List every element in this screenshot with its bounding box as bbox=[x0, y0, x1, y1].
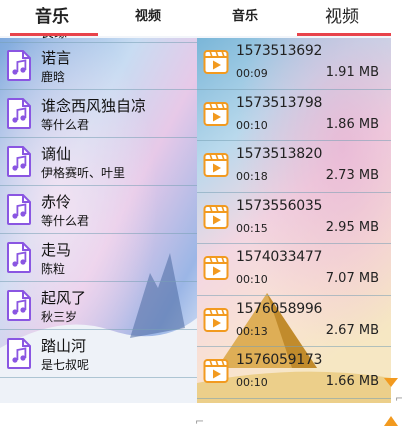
handle-icon[interactable] bbox=[383, 413, 399, 429]
video-name: 1573513820 bbox=[236, 146, 323, 162]
list-item[interactable]: 起风了 秋三岁 bbox=[0, 282, 197, 330]
video-size: 1.66 MB bbox=[325, 374, 379, 389]
tab-music[interactable]: 音乐 bbox=[215, 0, 275, 34]
song-artist: 等什么君 bbox=[41, 214, 90, 228]
list-item[interactable]: 谁念西风独自凉等什么君 bbox=[0, 90, 197, 138]
tab-active-underline bbox=[10, 33, 98, 36]
video-file-icon bbox=[203, 307, 229, 332]
music-file-icon bbox=[7, 290, 31, 321]
video-size: 2.67 MB bbox=[325, 322, 379, 338]
music-file-icon bbox=[7, 338, 31, 369]
video-duration: 00:10 bbox=[236, 273, 268, 286]
list-item[interactable]: 踏山河 是七叔呢 bbox=[0, 330, 197, 378]
video-duration: 00:13 bbox=[236, 324, 268, 338]
list-item[interactable]: 走马 陈粒 bbox=[0, 234, 197, 282]
song-title: 走马 bbox=[41, 241, 72, 259]
music-file-icon bbox=[7, 50, 31, 81]
video-name: 1573556035 bbox=[236, 197, 323, 214]
video-name: 1574033477 bbox=[236, 249, 323, 265]
song-title: 起风了 bbox=[41, 289, 87, 307]
list-item[interactable]: 1573513692 00:09 1.91 MB bbox=[197, 38, 391, 90]
music-file-icon bbox=[7, 242, 31, 273]
video-file-icon bbox=[203, 153, 229, 177]
music-panel: 音乐 视频 良缘 诺言鹿晗谁念西风独自凉等什么君谪仙伊格赛听、叶里赤伶等什么君走… bbox=[0, 0, 197, 403]
song-title: 踏山河 bbox=[41, 337, 87, 355]
list-item[interactable]: 诺言 鹿晗 bbox=[0, 42, 197, 90]
music-file-icon bbox=[7, 194, 31, 225]
video-name: 1576058996 bbox=[236, 300, 323, 317]
tab-bar: 音乐 视频 bbox=[197, 0, 391, 36]
song-title: 谁念西风独自凉 bbox=[41, 97, 147, 115]
tab-video[interactable]: 视频 bbox=[118, 0, 178, 34]
music-file-icon bbox=[7, 98, 31, 129]
song-artist: 等什么君 bbox=[41, 118, 90, 132]
video-name: 1573513798 bbox=[236, 94, 323, 111]
song-artist: 伊格赛听、叶里 bbox=[41, 166, 126, 180]
corner-marker: ⌐ bbox=[395, 392, 402, 405]
tab-active-underline bbox=[297, 33, 391, 36]
video-size: 2.73 MB bbox=[325, 168, 379, 183]
video-file-icon bbox=[203, 256, 229, 280]
video-duration: 00:18 bbox=[236, 170, 268, 183]
song-title: 谪仙 bbox=[41, 145, 72, 163]
video-file-icon bbox=[203, 101, 229, 126]
song-title: 诺言 bbox=[41, 49, 72, 67]
video-duration: 00:10 bbox=[236, 376, 268, 389]
list-item[interactable]: 1576058996 00:13 2.67 MB bbox=[197, 296, 391, 347]
list-item[interactable]: 1574033477 00:10 7.07 MB bbox=[197, 244, 391, 296]
tab-music[interactable]: 音乐 bbox=[22, 0, 82, 34]
video-size: 7.07 MB bbox=[325, 271, 379, 286]
video-size: 1.86 MB bbox=[325, 116, 379, 132]
video-file-icon bbox=[203, 359, 229, 383]
tab-video[interactable]: 视频 bbox=[307, 0, 377, 34]
video-duration: 00:15 bbox=[236, 221, 268, 235]
corner-marker: ⌐ bbox=[195, 415, 205, 428]
video-duration: 00:10 bbox=[236, 118, 268, 132]
list-item[interactable]: 1573513798 00:10 1.86 MB bbox=[197, 90, 391, 141]
video-name: 1573513692 bbox=[236, 43, 323, 59]
list-item[interactable]: 1576059173 00:10 1.66 MB bbox=[197, 347, 391, 399]
video-file-icon bbox=[203, 204, 229, 229]
video-size: 1.91 MB bbox=[325, 65, 379, 80]
video-size: 2.95 MB bbox=[325, 219, 379, 235]
list-item[interactable]: 1573556035 00:15 2.95 MB bbox=[197, 193, 391, 244]
video-duration: 00:09 bbox=[236, 67, 268, 80]
tab-bar: 音乐 视频 bbox=[0, 0, 197, 36]
video-panel: 音乐 视频 1573513692 00:09 1.91 MB 1573513798 00… bbox=[197, 0, 391, 403]
list-item[interactable]: 赤伶 等什么君 bbox=[0, 186, 197, 234]
song-artist: 秋三岁 bbox=[41, 310, 78, 324]
video-file-icon bbox=[203, 50, 229, 74]
video-name: 1576059173 bbox=[236, 352, 323, 368]
song-artist: 鹿晗 bbox=[41, 70, 66, 84]
list-item[interactable]: 1573513820 00:18 2.73 MB bbox=[197, 141, 391, 193]
list-item[interactable]: 谪仙 伊格赛听、叶里 bbox=[0, 138, 197, 186]
song-title: 赤伶 bbox=[41, 193, 72, 211]
song-artist: 是七叔呢 bbox=[41, 358, 90, 372]
song-artist: 陈粒 bbox=[41, 262, 66, 276]
music-file-icon bbox=[7, 146, 31, 177]
